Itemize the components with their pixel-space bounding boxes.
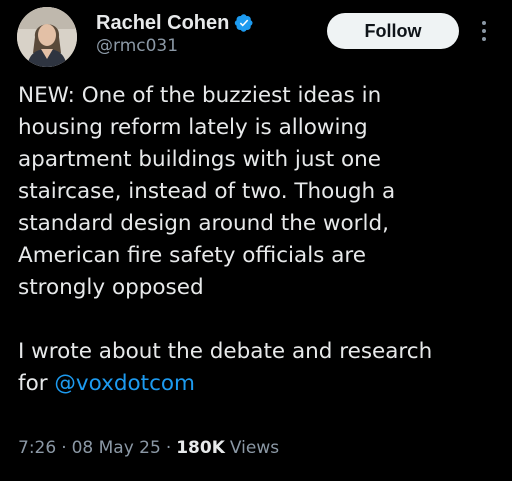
tweet-text-line: standard design around the world, xyxy=(18,211,389,236)
author-handle[interactable]: @rmc031 xyxy=(96,36,178,56)
more-options-button[interactable] xyxy=(474,16,494,46)
tweet-text-line: staircase, instead of two. Though a xyxy=(18,179,396,204)
avatar[interactable] xyxy=(17,7,77,67)
tweet-text-line: apartment buildings with just one xyxy=(18,147,382,172)
views-count: 180K xyxy=(176,438,225,458)
tweet-date[interactable]: 08 May 25 xyxy=(72,438,161,458)
tweet-text-line: American fire safety officials are xyxy=(18,243,366,268)
views-label: Views xyxy=(229,438,280,458)
tweet-time[interactable]: 7:26 xyxy=(18,438,56,458)
mention-prefix: for xyxy=(18,371,48,396)
verified-badge-icon xyxy=(234,13,254,33)
more-vertical-icon xyxy=(482,21,486,41)
mention-link[interactable]: @voxdotcom xyxy=(54,371,195,396)
author-name-row[interactable]: Rachel Cohen xyxy=(96,9,254,37)
tweet-text-line: strongly opposed xyxy=(18,275,204,300)
meta-separator: · xyxy=(165,438,172,458)
author-display-name[interactable]: Rachel Cohen xyxy=(96,12,229,35)
meta-separator: · xyxy=(61,438,67,458)
tweet-text-line: for @voxdotcom xyxy=(18,368,508,400)
tweet-text-line: I wrote about the debate and research xyxy=(18,339,433,364)
profile-photo-icon xyxy=(17,7,77,67)
tweet-meta: 7:26 · 08 May 25 · 180K Views xyxy=(18,434,279,462)
follow-button[interactable]: Follow xyxy=(327,13,459,49)
tweet-text-line: housing reform lately is allowing xyxy=(18,115,368,140)
tweet-text-line: NEW: One of the buzziest ideas in xyxy=(18,83,382,108)
tweet-text: NEW: One of the buzziest ideas in housin… xyxy=(18,80,508,400)
